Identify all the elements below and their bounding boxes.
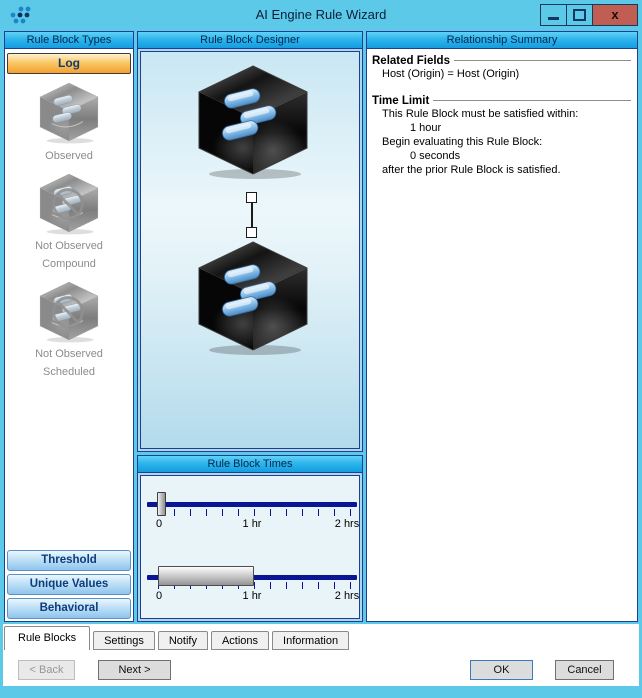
maximize-button[interactable] [566,4,593,26]
time-limit-value: 1 hour [372,122,632,135]
related-fields-title: Related Fields [372,55,450,67]
group-divider-line [433,100,631,104]
maximize-icon [573,9,586,21]
close-icon: x [611,4,618,26]
tab-settings[interactable]: Settings [93,631,155,650]
rule-block-times-header: Rule Block Times [138,456,362,473]
observed-cube-icon [37,81,101,144]
tab-actions[interactable]: Actions [211,631,269,650]
connector-handle-top[interactable] [246,192,257,203]
rule-block-designer-panel: Rule Block Designer [137,31,363,452]
cancel-button[interactable]: Cancel [555,660,614,680]
titlebar[interactable]: AI Engine Rule Wizard x [0,0,642,30]
tick-label: 1 hr [232,518,272,530]
time-limit-slider-ticks [158,509,351,516]
tab-rule-blocks[interactable]: Rule Blocks [4,626,90,650]
relationship-summary-body: Related Fields Host (Origin) = Host (Ori… [367,49,637,181]
window-controls: x [541,4,638,26]
category-unique-values-button[interactable]: Unique Values [7,574,131,595]
not-observed-scheduled-cube-icon [37,280,101,343]
tick-label: 2 hrs [327,590,367,602]
related-fields-value: Host (Origin) = Host (Origin) [372,68,632,81]
tick-label: 0 [152,590,166,602]
time-limit-line: after the prior Rule Block is satisfied. [372,164,632,177]
rule-block-types-header: Rule Block Types [5,32,133,49]
close-button[interactable]: x [592,4,638,26]
ok-button[interactable]: OK [470,660,533,680]
rule-block-times-panel: Rule Block Times 0 1 hr 2 hrs 0 1 hr 2 h… [137,455,363,622]
time-limit-line: This Rule Block must be satisfied within… [372,108,632,121]
related-fields-group-title: Related Fields [372,55,632,67]
minimize-button[interactable] [540,4,567,26]
type-item-not-observed-compound[interactable]: Not Observed Compound [5,172,133,271]
rule-block-cube-1[interactable] [193,62,313,180]
rule-block-types-panel: Rule Block Types Log Observed Not Observ… [4,31,134,622]
spacer [372,81,632,93]
tab-notify[interactable]: Notify [158,631,208,650]
category-threshold-button[interactable]: Threshold [7,550,131,571]
time-limit-value: 0 seconds [372,150,632,163]
relationship-summary-panel: Relationship Summary Related Fields Host… [366,31,638,622]
evaluation-slider-range-bar[interactable] [158,566,254,586]
rule-block-designer-header: Rule Block Designer [138,32,362,49]
time-limit-group-title: Time Limit [372,95,632,107]
relationship-summary-header: Relationship Summary [367,32,637,49]
category-behavioral-button[interactable]: Behavioral [7,598,131,619]
tick-label: 0 [152,518,166,530]
time-limit-slider-track[interactable] [147,502,357,507]
type-item-observed[interactable]: Observed [5,81,133,163]
type-item-label: Not Observed [5,348,133,361]
connector-handle-bottom[interactable] [246,227,257,238]
designer-canvas[interactable] [140,51,360,449]
type-category-buttons: Threshold Unique Values Behavioral [7,547,131,619]
type-item-label: Not Observed [5,240,133,253]
rule-block-cube-2[interactable] [193,238,313,356]
rule-block-times-area: 0 1 hr 2 hrs 0 1 hr 2 hrs [140,475,360,619]
back-button[interactable]: < Back [18,660,75,680]
log-type-button[interactable]: Log [7,53,131,74]
bottom-bar: Rule Blocks Settings Notify Actions Info… [3,624,639,686]
group-divider-line [454,60,631,64]
wizard-tabs: Rule Blocks Settings Notify Actions Info… [4,626,352,650]
minimize-icon [548,17,559,20]
type-item-not-observed-scheduled[interactable]: Not Observed Scheduled [5,280,133,379]
tick-label: 2 hrs [327,518,367,530]
time-limit-line: Begin evaluating this Rule Block: [372,136,632,149]
not-observed-compound-cube-icon [37,172,101,235]
tick-label: 1 hr [232,590,272,602]
time-limit-title: Time Limit [372,95,429,107]
type-item-label: Compound [5,258,133,271]
next-button[interactable]: Next > [98,660,171,680]
ai-engine-rule-wizard-window: AI Engine Rule Wizard x Rule Block Types… [0,0,642,698]
type-item-label: Scheduled [5,366,133,379]
tab-information[interactable]: Information [272,631,349,650]
type-item-label: Observed [5,150,133,163]
time-limit-slider-thumb[interactable] [157,492,166,516]
